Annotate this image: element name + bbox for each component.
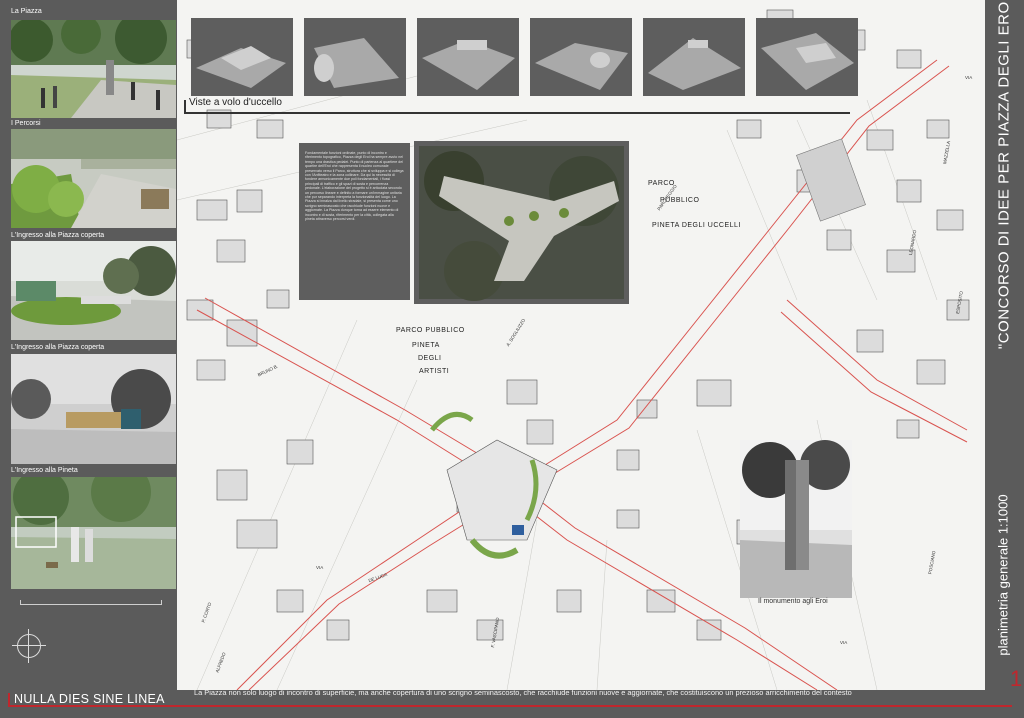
red-rule-tick (8, 693, 10, 707)
photo-i-percorsi (11, 129, 176, 228)
photo-label: L'Ingresso alla Pineta (11, 467, 78, 474)
north-arrow-icon (12, 629, 46, 663)
photo-ingresso-coperta-1 (11, 241, 176, 340)
aerial-view-thumb (417, 18, 519, 96)
aerial-photo (414, 141, 629, 304)
aerial-views-strip (191, 18, 858, 96)
street-label: VIA (840, 640, 848, 645)
views-caption: Viste a volo d'uccello (189, 97, 282, 108)
project-title: "CONCORSO DI IDEE PER PIAZZA DEGLI EROI" (995, 0, 1013, 350)
monument-image (740, 440, 852, 598)
photo-label: I Percorsi (11, 120, 41, 127)
caption-rule (184, 112, 850, 114)
project-description: Fondamentale funzioni ordinate, punto di… (299, 143, 410, 300)
scale-bar (20, 600, 162, 605)
aerial-view-thumb (756, 18, 858, 96)
photo-la-piazza (11, 20, 176, 118)
footer-caption: La Piazza non solo luogo di incontro di … (194, 688, 852, 697)
park-label: ARTISTI (419, 368, 450, 375)
site-plan-map (176, 0, 985, 691)
photo-label: La Piazza (11, 8, 42, 15)
photo-label: L'Ingresso alla Piazza coperta (11, 344, 105, 351)
park-label: PINETA DEGLI UCCELLI (652, 222, 741, 229)
photo-label: L'Ingresso alla Piazza coperta (11, 232, 105, 239)
drawing-subtitle: planimetria generale 1:1000 (995, 494, 1011, 656)
aerial-view-thumb (191, 18, 293, 96)
caption-rule-tick (184, 100, 186, 114)
monument-caption: Il monumento agli Eroi (758, 598, 828, 605)
aerial-view-thumb (530, 18, 632, 96)
photo-ingresso-coperta-2 (11, 354, 176, 464)
aerial-view-thumb (643, 18, 745, 96)
photo-ingresso-pineta (11, 477, 176, 589)
red-rule (8, 705, 1012, 707)
left-panel: La Piazza I Percorsi L'Ingresso alla Pia… (0, 0, 177, 718)
street-label: VIA (965, 75, 973, 80)
park-label: PINETA (412, 342, 440, 349)
street-label: VIA (316, 565, 324, 570)
aerial-view-thumb (304, 18, 406, 96)
sheet-number: 1 (1010, 666, 1023, 691)
park-label: PARCO PUBBLICO (396, 327, 465, 334)
park-label: DEGLI (418, 355, 442, 362)
motto: NULLA DIES SINE LINEA (14, 692, 165, 706)
